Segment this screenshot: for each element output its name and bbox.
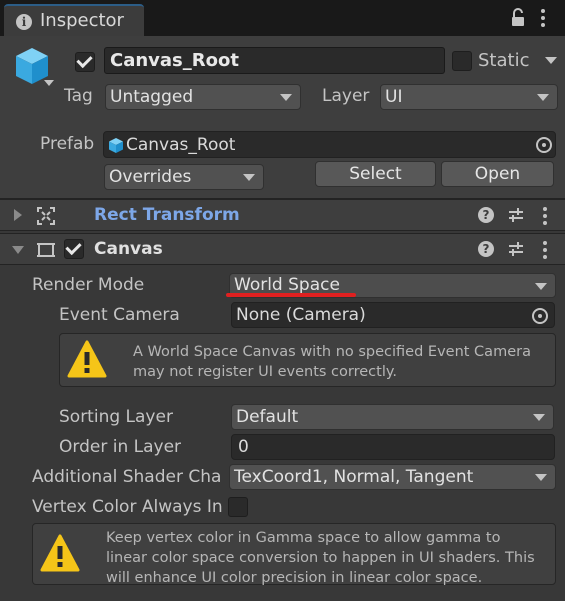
select-button[interactable]: Select xyxy=(315,161,436,187)
layer-value: UI xyxy=(385,87,403,107)
event-camera-field[interactable]: None (Camera) xyxy=(231,302,555,328)
tag-label: Tag xyxy=(64,86,93,106)
object-picker-icon[interactable] xyxy=(532,308,548,324)
overrides-value: Overrides xyxy=(109,167,192,187)
lock-icon[interactable] xyxy=(511,8,525,28)
vertex-color-label: Vertex Color Always In xyxy=(32,497,223,517)
event-camera-value: None (Camera) xyxy=(236,305,366,325)
sorting-layer-dropdown[interactable]: Default xyxy=(231,404,554,430)
sorting-layer-label: Sorting Layer xyxy=(59,407,173,427)
canvas-title: Canvas xyxy=(94,239,163,259)
order-in-layer-field[interactable]: 0 xyxy=(231,434,555,460)
tag-dropdown[interactable]: Untagged xyxy=(105,84,301,110)
vertex-color-checkbox[interactable] xyxy=(228,497,248,517)
presets-icon[interactable] xyxy=(508,207,524,223)
chevron-down-icon xyxy=(533,414,545,421)
render-mode-value: World Space xyxy=(234,275,340,295)
help-icon[interactable]: ? xyxy=(478,207,494,223)
foldout-collapsed-icon[interactable] xyxy=(14,209,22,221)
warning-icon xyxy=(67,340,107,378)
additional-shader-channels-value: TexCoord1, Normal, Tangent xyxy=(234,467,474,487)
additional-shader-channels-label: Additional Shader Cha xyxy=(32,467,222,487)
open-button[interactable]: Open xyxy=(441,161,554,187)
render-mode-label: Render Mode xyxy=(32,275,145,295)
canvas-header[interactable]: Canvas ? xyxy=(0,233,565,265)
component-menu-icon[interactable] xyxy=(542,207,548,225)
info-text: Keep vertex color in Gamma space to allo… xyxy=(106,530,535,586)
order-in-layer-label: Order in Layer xyxy=(59,437,182,457)
warning-icon xyxy=(40,534,80,572)
layer-dropdown[interactable]: UI xyxy=(380,84,558,110)
tag-value: Untagged xyxy=(110,87,194,107)
chevron-down-icon xyxy=(535,474,547,481)
kebab-menu-icon[interactable] xyxy=(540,9,546,27)
event-camera-label: Event Camera xyxy=(59,305,180,325)
inspector-tab[interactable]: i Inspector xyxy=(4,4,144,36)
rect-transform-icon xyxy=(37,207,55,225)
help-icon[interactable]: ? xyxy=(478,241,494,257)
component-menu-icon[interactable] xyxy=(542,241,548,259)
presets-icon[interactable] xyxy=(508,241,524,257)
event-camera-warning: A World Space Canvas with no specified E… xyxy=(59,333,556,387)
object-picker-icon[interactable] xyxy=(536,137,552,153)
canvas-enabled-checkbox[interactable] xyxy=(64,238,84,259)
overrides-dropdown[interactable]: Overrides xyxy=(104,164,264,190)
chevron-down-icon xyxy=(243,174,255,181)
inspector-tab-label: Inspector xyxy=(40,10,124,31)
layer-label: Layer xyxy=(322,86,370,106)
red-underline-annotation xyxy=(226,293,356,297)
active-checkbox[interactable] xyxy=(75,51,95,72)
chevron-down-icon xyxy=(535,282,547,290)
canvas-icon xyxy=(37,243,55,257)
rect-transform-header[interactable]: Rect Transform ? xyxy=(0,199,565,231)
prefab-label: Prefab xyxy=(40,134,95,154)
chevron-down-icon xyxy=(280,94,292,101)
prefab-field[interactable]: Canvas_Root xyxy=(103,131,556,158)
icon-dropdown-arrow-icon[interactable] xyxy=(44,80,54,86)
vertex-color-info: Keep vertex color in Gamma space to allo… xyxy=(32,523,556,586)
chevron-down-icon xyxy=(537,94,549,101)
static-dropdown-icon[interactable] xyxy=(545,57,557,64)
info-icon: i xyxy=(16,14,32,30)
static-checkbox[interactable] xyxy=(452,51,472,71)
additional-shader-channels-dropdown[interactable]: TexCoord1, Normal, Tangent xyxy=(229,464,556,490)
inspector-tab-bar: i Inspector xyxy=(0,0,565,36)
prefab-cube-icon xyxy=(109,138,123,153)
foldout-expanded-icon[interactable] xyxy=(12,246,24,254)
prefab-value: Canvas_Root xyxy=(126,135,236,155)
warning-text: A World Space Canvas with no specified E… xyxy=(133,344,531,380)
rect-transform-title: Rect Transform xyxy=(94,205,240,225)
gameobject-name-field[interactable]: Canvas_Root xyxy=(104,47,445,74)
static-label: Static xyxy=(478,50,530,71)
sorting-layer-value: Default xyxy=(236,407,299,427)
